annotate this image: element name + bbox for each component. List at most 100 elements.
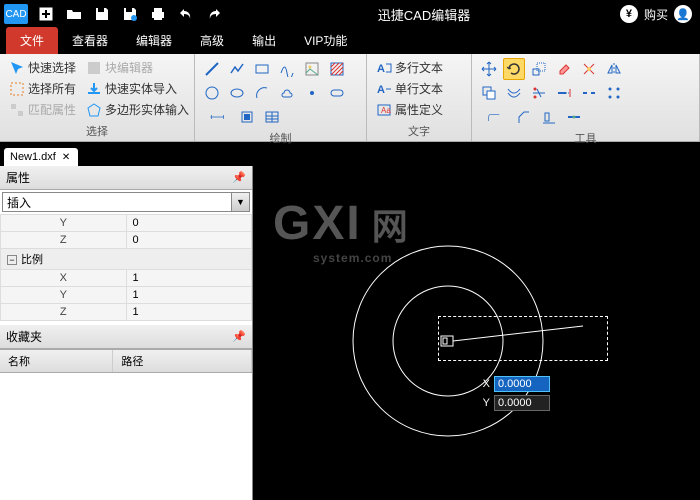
block-editor-label: 块编辑器 <box>105 59 153 76</box>
props-title: 属性 <box>6 169 30 186</box>
mtext-label: 多行文本 <box>395 59 443 76</box>
stext-icon: A <box>376 81 392 97</box>
mirror-tool-icon[interactable] <box>603 58 625 80</box>
stext[interactable]: A单行文本 <box>373 79 446 98</box>
prop-row[interactable]: X1 <box>1 270 252 287</box>
spline-tool-icon[interactable] <box>276 58 298 80</box>
rect-tool-icon[interactable] <box>251 58 273 80</box>
canvas[interactable]: GXI网 system.com X Y <box>253 166 700 500</box>
pin-icon[interactable]: 📌 <box>232 330 246 343</box>
currency-icon[interactable]: ¥ <box>620 5 638 23</box>
mtext[interactable]: A多行文本 <box>373 58 446 77</box>
offset-tool-icon[interactable] <box>503 82 525 104</box>
tab-editor[interactable]: 编辑器 <box>122 27 186 54</box>
polygon-input[interactable]: 多边形实体输入 <box>83 100 192 119</box>
redo-icon[interactable] <box>202 2 226 26</box>
slot-tool-icon[interactable] <box>326 82 348 104</box>
coord-x-input[interactable] <box>494 376 550 392</box>
explode-tool-icon[interactable] <box>578 58 600 80</box>
hatch-tool-icon[interactable] <box>326 58 348 80</box>
tab-file[interactable]: 文件 <box>6 27 58 54</box>
tab-viewer[interactable]: 查看器 <box>58 27 122 54</box>
titlebar: CAD 迅捷CAD编辑器 ¥ 购买 👤 <box>0 0 700 28</box>
mtext-icon: A <box>376 60 392 76</box>
select-all[interactable]: 选择所有 <box>6 79 79 98</box>
new-icon[interactable] <box>34 2 58 26</box>
prop-row[interactable]: Y1 <box>1 287 252 304</box>
group-tools-label: 工具 <box>478 128 693 148</box>
coord-y-input[interactable] <box>494 395 550 411</box>
save-icon[interactable] <box>90 2 114 26</box>
tab-vip[interactable]: VIP功能 <box>290 27 361 54</box>
scale-tool-icon[interactable] <box>528 58 550 80</box>
trim-tool-icon[interactable] <box>528 82 550 104</box>
align-tool-icon[interactable] <box>538 106 560 128</box>
polygon-input-label: 多边形实体输入 <box>105 101 189 118</box>
props-combo[interactable]: ▼ <box>2 192 250 212</box>
block-editor: 块编辑器 <box>83 58 192 77</box>
join-tool-icon[interactable] <box>563 106 585 128</box>
polyline-tool-icon[interactable] <box>226 58 248 80</box>
ellipse-tool-icon[interactable] <box>226 82 248 104</box>
group-draw-label: 绘制 <box>201 128 360 148</box>
break-tool-icon[interactable] <box>578 82 600 104</box>
prop-row[interactable]: Y0 <box>1 215 252 232</box>
user-icon[interactable]: 👤 <box>674 5 692 23</box>
move-tool-icon[interactable] <box>478 58 500 80</box>
arc-tool-icon[interactable] <box>251 82 273 104</box>
image-tool-icon[interactable] <box>301 58 323 80</box>
prop-row[interactable]: Z1 <box>1 304 252 321</box>
pin-icon[interactable]: 📌 <box>232 171 246 184</box>
quick-select-label: 快速选择 <box>28 59 76 76</box>
array-tool-icon[interactable] <box>603 82 625 104</box>
fav-title: 收藏夹 <box>6 328 42 345</box>
fav-columns: 名称 路径 <box>0 350 252 373</box>
ribbon-group-tools: 工具 <box>472 54 700 141</box>
dim-tool-icon[interactable] <box>201 106 233 128</box>
selection-box <box>438 316 608 361</box>
attrdef[interactable]: Aa属性定义 <box>373 100 446 119</box>
props-grid[interactable]: Y0Z0−比例X1Y1Z1 <box>0 214 252 321</box>
open-icon[interactable] <box>62 2 86 26</box>
fillet-tool-icon[interactable] <box>478 106 510 128</box>
svg-text:Aa: Aa <box>381 106 391 115</box>
saveas-icon[interactable] <box>118 2 142 26</box>
table-tool-icon[interactable] <box>261 106 283 128</box>
cloud-tool-icon[interactable] <box>276 82 298 104</box>
coord-edit: X Y <box>478 376 550 411</box>
extend-tool-icon[interactable] <box>553 82 575 104</box>
line-tool-icon[interactable] <box>201 58 223 80</box>
ribbon: 快速选择 选择所有 匹配属性 块编辑器 快速实体导入 多边形实体输入 选择 <box>0 54 700 142</box>
erase-tool-icon[interactable] <box>553 58 575 80</box>
prop-row[interactable]: Z0 <box>1 232 252 249</box>
close-icon[interactable]: ✕ <box>60 152 72 163</box>
file-tab[interactable]: New1.dxf ✕ <box>4 148 78 166</box>
quick-select[interactable]: 快速选择 <box>6 58 79 77</box>
undo-icon[interactable] <box>174 2 198 26</box>
circle-tool-icon[interactable] <box>201 82 223 104</box>
fav-panel: 名称 路径 <box>0 349 252 500</box>
match-props-label: 匹配属性 <box>28 101 76 118</box>
tab-advanced[interactable]: 高级 <box>186 27 238 54</box>
block-tool-icon[interactable] <box>236 106 258 128</box>
ribbon-group-draw: 绘制 <box>195 54 367 141</box>
fav-col-name[interactable]: 名称 <box>0 350 113 372</box>
tab-output[interactable]: 输出 <box>238 27 290 54</box>
chevron-down-icon[interactable]: ▼ <box>231 193 249 211</box>
main-area: 属性 📌 ▼ Y0Z0−比例X1Y1Z1 收藏夹 📌 名称 路径 GXI网 sy… <box>0 166 700 500</box>
copy-tool-icon[interactable] <box>478 82 500 104</box>
print-icon[interactable] <box>146 2 170 26</box>
quick-import[interactable]: 快速实体导入 <box>83 79 192 98</box>
props-combo-input[interactable] <box>3 193 231 211</box>
attrdef-icon: Aa <box>376 102 392 118</box>
fav-col-path[interactable]: 路径 <box>113 350 252 372</box>
point-tool-icon[interactable] <box>301 82 323 104</box>
rotate-tool-icon[interactable] <box>503 58 525 80</box>
fav-body[interactable] <box>0 373 252 500</box>
ribbon-group-text: A多行文本 A单行文本 Aa属性定义 文字 <box>367 54 472 141</box>
props-header: 属性 📌 <box>0 166 252 190</box>
chamfer-tool-icon[interactable] <box>513 106 535 128</box>
select-all-label: 选择所有 <box>28 80 76 97</box>
buy-link[interactable]: 购买 <box>644 6 668 23</box>
prop-row[interactable]: −比例 <box>1 249 252 270</box>
